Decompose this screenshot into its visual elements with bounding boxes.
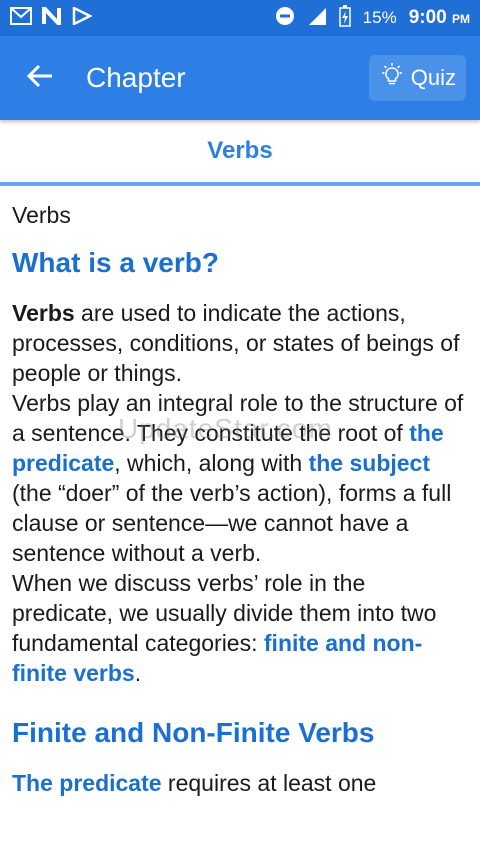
paragraph-predicate: The predicate requires at least one [12, 768, 468, 798]
news-icon [42, 2, 62, 30]
paragraph-text: . [134, 660, 142, 686]
paragraph-definition: Verbs are used to indicate the actions, … [12, 298, 468, 388]
paragraph-categories: When we discuss verbs’ role in the predi… [12, 568, 468, 688]
do-not-disturb-icon [275, 6, 295, 31]
quiz-button[interactable]: Quiz [368, 55, 466, 101]
lightbulb-icon [379, 62, 405, 94]
section-title: Verbs [0, 120, 480, 186]
paragraph-text: Verbs play an integral role to the struc… [12, 390, 464, 446]
article-plain-title: Verbs [12, 202, 71, 228]
play-store-icon [72, 5, 93, 30]
battery-percent: 15% [362, 8, 397, 27]
bold-term-verbs: Verbs [12, 300, 75, 326]
paragraph-text: are used to indicate the actions, proces… [12, 300, 460, 386]
back-button[interactable] [20, 58, 60, 98]
status-bar: 15% 9:00 PM [0, 0, 480, 36]
page-title: Chapter [86, 62, 186, 93]
paragraph-role: Verbs play an integral role to the struc… [12, 388, 468, 568]
clock-time: 9:00 [408, 7, 447, 28]
app-bar: Chapter Quiz [0, 36, 480, 120]
paragraph-text: requires at least one [161, 770, 377, 796]
heading-what-is-a-verb: What is a verb? [12, 247, 219, 278]
article-content: Verbs What is a verb? Verbs are used to … [0, 186, 480, 798]
battery-charging-icon [338, 4, 351, 32]
clock: 9:00 PM [409, 7, 470, 29]
quiz-label: Quiz [410, 65, 456, 90]
heading-finite-and-non-finite: Finite and Non-Finite Verbs [12, 717, 375, 748]
link-the-predicate-2[interactable]: The predicate [12, 770, 162, 796]
gmail-icon [10, 6, 32, 30]
signal-icon [307, 6, 327, 31]
paragraph-text: , which, along with [114, 450, 309, 476]
link-the-subject[interactable]: the subject [309, 450, 430, 476]
notification-icons [10, 2, 93, 30]
arrow-left-icon [26, 64, 53, 93]
clock-ampm: PM [452, 12, 470, 26]
paragraph-text: (the “doer” of the verb’s action), forms… [12, 480, 452, 566]
